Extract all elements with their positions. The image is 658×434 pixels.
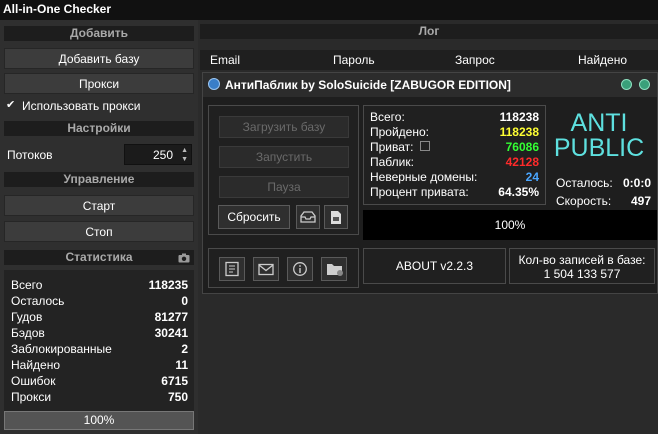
speed-label: Скорость: (556, 194, 612, 208)
log-column-request[interactable]: Запрос (455, 53, 495, 67)
stat-label: Бэдов (11, 326, 45, 340)
stat-value: 6715 (161, 374, 188, 388)
log-table-header: Email Пароль Запрос Найдено (200, 50, 658, 70)
stat-value: 750 (167, 390, 188, 404)
stat-value: 118235 (148, 278, 188, 292)
bad-domains-value: 24 (525, 170, 539, 184)
stats-section-header: Статистика (4, 250, 194, 265)
stepper-down-icon[interactable]: ▼ (181, 156, 188, 163)
stat-value: 81277 (154, 310, 188, 324)
private-percent-value: 64.35% (498, 185, 539, 199)
remaining-value: 0:0:0 (622, 176, 651, 190)
antipublic-window: АнтиПаблик by SoloSuicide [ZABUGOR EDITI… (202, 72, 658, 294)
popup-progress-bar: 100% (363, 210, 657, 240)
records-panel: Кол-во записей в базе: 1 504 133 577 (509, 248, 655, 284)
stat-label: Заблокированные (11, 342, 112, 356)
info-icon[interactable] (287, 257, 313, 281)
log-header: Лог (200, 24, 658, 39)
use-proxy-checkbox[interactable]: ✔ (6, 100, 17, 111)
public-label: Паблик: (370, 155, 414, 169)
stat-label: Всего (11, 278, 43, 292)
threads-label: Потоков (7, 148, 53, 162)
stat-value: 11 (175, 358, 188, 372)
mail-icon[interactable] (253, 257, 279, 281)
total-label: Всего: (370, 110, 405, 124)
anti-text: ANTI (570, 109, 628, 137)
camera-icon[interactable] (178, 253, 190, 263)
public-value: 42128 (505, 155, 539, 169)
add-section-header: Добавить (4, 26, 194, 41)
records-label: Кол-во записей в базе: (518, 253, 646, 267)
public-text: PUBLIC (553, 134, 645, 162)
remaining-label: Осталось: (556, 176, 613, 190)
private-percent-label: Процент привата: (370, 185, 469, 199)
stats-list: Всего 118235 Осталось 0 Гудов 81277 Бэдо… (4, 270, 194, 430)
passed-label: Пройдено: (370, 125, 429, 139)
inbox-icon[interactable] (296, 205, 320, 229)
bad-domains-label: Неверные домены: (370, 170, 478, 184)
start-button[interactable]: Старт (4, 195, 194, 216)
stat-value: 2 (181, 342, 188, 356)
control-section-header: Управление (4, 172, 194, 187)
total-value: 118238 (499, 110, 539, 124)
proxy-button[interactable]: Прокси (4, 73, 194, 94)
records-value: 1 504 133 577 (543, 267, 621, 281)
log-column-found[interactable]: Найдено (578, 53, 627, 67)
run-button[interactable]: Запустить (219, 146, 349, 168)
app-logo-icon (208, 78, 220, 90)
stat-label: Гудов (11, 310, 43, 324)
stat-label: Осталось (11, 294, 65, 308)
passed-value: 118238 (499, 125, 539, 139)
minimize-icon[interactable] (621, 79, 632, 90)
antipublic-title: АнтиПаблик by SoloSuicide [ZABUGOR EDITI… (225, 78, 511, 92)
file-icon[interactable] (324, 205, 348, 229)
settings-section-header: Настройки (4, 121, 194, 136)
folder-icon[interactable] (321, 257, 347, 281)
stepper-up-icon[interactable]: ▲ (181, 147, 188, 154)
threads-stepper[interactable]: 250 ▲ ▼ (124, 144, 192, 165)
left-panel: Добавить Добавить базу Прокси ✔ Использо… (0, 20, 198, 434)
app-titlebar: All-in-One Checker (0, 0, 658, 20)
about-button[interactable]: ABOUT v2.2.3 (363, 248, 506, 284)
stats-header-text: Статистика (65, 250, 133, 264)
log-column-email[interactable]: Email (210, 53, 240, 67)
stat-label: Ошибок (11, 374, 56, 388)
threads-value: 250 (152, 148, 173, 162)
notes-icon[interactable] (219, 257, 245, 281)
speed-value: 497 (630, 194, 651, 208)
private-checkbox[interactable] (420, 141, 430, 151)
private-label: Приват: (370, 140, 414, 154)
pause-button[interactable]: Пауза (219, 176, 349, 198)
stop-button[interactable]: Стоп (4, 221, 194, 242)
private-value: 76086 (505, 140, 539, 154)
anti-public-logo-text: ANTI PUBLIC (549, 111, 649, 161)
stat-label: Прокси (11, 390, 52, 404)
antipublic-titlebar: АнтиПаблик by SoloSuicide [ZABUGOR EDITI… (203, 73, 657, 97)
left-progress-bar: 100% (4, 411, 194, 430)
stat-label: Найдено (11, 358, 61, 372)
add-base-button[interactable]: Добавить базу (4, 48, 194, 69)
load-base-button[interactable]: Загрузить базу (219, 116, 349, 138)
use-proxy-label: Использовать прокси (22, 99, 141, 113)
stat-value: 30241 (154, 326, 188, 340)
stat-value: 0 (181, 294, 188, 308)
reset-button[interactable]: Сбросить (218, 205, 290, 229)
app-title: All-in-One Checker (3, 2, 112, 16)
log-column-password[interactable]: Пароль (333, 53, 375, 67)
close-icon[interactable] (639, 79, 650, 90)
